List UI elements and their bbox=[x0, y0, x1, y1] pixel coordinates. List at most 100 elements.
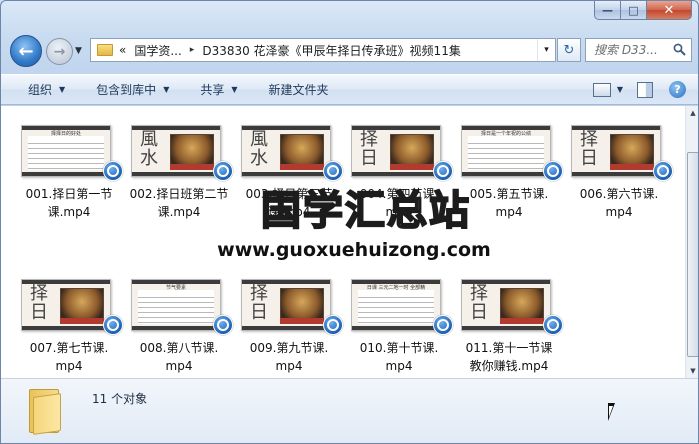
media-player-icon bbox=[433, 161, 453, 181]
file-name-line1: 009.第九节课. bbox=[249, 341, 329, 355]
address-dropdown-button[interactable]: ▾ bbox=[537, 39, 555, 61]
file-item[interactable]: 择日 006.第六节课. mp4 bbox=[571, 125, 679, 225]
maximize-icon: □ bbox=[628, 3, 639, 17]
minimize-button[interactable]: — bbox=[594, 1, 621, 20]
video-thumbnail: 择日是一个年祝的公绩 bbox=[461, 125, 551, 177]
scroll-down-icon[interactable]: ▼ bbox=[686, 364, 698, 378]
vertical-scrollbar[interactable]: ▲ ▼ bbox=[685, 106, 698, 378]
file-name[interactable]: 002.择日班第二节 课.mp4 bbox=[125, 185, 233, 221]
new-folder-button[interactable]: 新建文件夹 bbox=[269, 81, 329, 98]
scroll-up-icon[interactable]: ▲ bbox=[686, 106, 698, 120]
file-name[interactable]: 006.第六节课. mp4 bbox=[565, 185, 673, 221]
file-name[interactable]: 009.第九节课. mp4 bbox=[235, 339, 343, 375]
caret-down-icon: ▼ bbox=[163, 85, 170, 94]
thumbnail-calligraphy: 择日 bbox=[470, 283, 488, 323]
file-item[interactable]: 择日 009.第九节课. mp4 bbox=[241, 279, 349, 379]
video-thumbnail: 择日 bbox=[461, 279, 551, 331]
command-bar-right: ▼ ? bbox=[592, 75, 698, 104]
breadcrumb-parent[interactable]: 国学资... bbox=[134, 42, 181, 59]
media-player-icon bbox=[543, 161, 563, 181]
media-player-icon bbox=[323, 161, 343, 181]
file-name-line2: mp4 bbox=[385, 359, 413, 373]
file-name[interactable]: 001.择日第一节 课.mp4 bbox=[15, 185, 123, 221]
close-button[interactable]: ✕ bbox=[647, 1, 692, 20]
file-name[interactable]: 008.第八节课. mp4 bbox=[125, 339, 233, 375]
file-name-line2: 教你赚钱.mp4 bbox=[469, 359, 549, 373]
file-item[interactable]: 择日 011.第十一节课 教你赚钱.mp4 bbox=[461, 279, 569, 379]
video-thumbnail: 择日 bbox=[241, 279, 331, 331]
thumbnail-calligraphy: 風水 bbox=[250, 129, 268, 169]
minimize-icon: — bbox=[602, 3, 613, 17]
share-menu[interactable]: 共享 ▼ bbox=[200, 81, 237, 98]
file-name-line1: 001.择日第一节 bbox=[25, 187, 113, 201]
media-player-icon bbox=[103, 315, 123, 335]
close-icon: ✕ bbox=[663, 2, 675, 18]
scrollbar-thumb[interactable] bbox=[687, 152, 698, 357]
item-count: 11 个对象 bbox=[92, 392, 148, 406]
watermark-url: www.guoxuehuizong.com bbox=[217, 239, 491, 261]
file-name-line2: 课.mp4 bbox=[157, 205, 201, 219]
preview-pane-icon[interactable] bbox=[637, 81, 653, 98]
file-name-line2: mp4 bbox=[165, 359, 193, 373]
command-bar: 组织 ▼ 包含到库中 ▼ 共享 ▼ 新建文件夹 ▼ ? bbox=[1, 74, 698, 105]
video-thumbnail: 择日 bbox=[351, 125, 441, 177]
file-name-line1: 010.第十节课. bbox=[359, 341, 439, 355]
new-folder-label: 新建文件夹 bbox=[268, 83, 329, 97]
back-button[interactable]: ← bbox=[10, 35, 42, 67]
file-item[interactable]: 节气要素 008.第八节课. mp4 bbox=[131, 279, 239, 379]
video-thumbnail: 日课 三元二地一时 全部精 bbox=[351, 279, 441, 331]
file-item[interactable]: 择日 007.第七节课. mp4 bbox=[21, 279, 129, 379]
arrow-left-icon: ← bbox=[18, 40, 34, 62]
video-thumbnail: 風水 bbox=[131, 125, 221, 177]
file-name-line1: 007.第七节课. bbox=[29, 341, 109, 355]
breadcrumb-separator-icon[interactable]: ▸ bbox=[190, 45, 195, 55]
address-bar[interactable]: « 国学资... ▸ D33830 花泽豪《甲辰年择日传承班》视频11集 ▾ bbox=[90, 38, 556, 62]
file-name[interactable]: 010.第十节课. mp4 bbox=[345, 339, 453, 375]
refresh-button[interactable]: ↻ bbox=[557, 38, 581, 62]
media-player-icon bbox=[103, 161, 123, 181]
video-thumbnail: 择日 bbox=[571, 125, 661, 177]
recent-pages-button[interactable]: ▼ bbox=[75, 46, 82, 56]
include-in-library-menu[interactable]: 包含到库中 ▼ bbox=[96, 81, 169, 98]
file-item[interactable]: 風水 002.择日班第二节 课.mp4 bbox=[130, 125, 239, 225]
help-icon[interactable]: ? bbox=[669, 81, 686, 98]
help-glyph: ? bbox=[674, 83, 681, 96]
view-options-caret-icon[interactable]: ▼ bbox=[617, 85, 623, 94]
video-thumbnail: 風水 bbox=[241, 125, 331, 177]
file-name[interactable]: 011.第十一节课 教你赚钱.mp4 bbox=[455, 339, 563, 375]
thumbnail-calligraphy: 择日 bbox=[250, 283, 268, 323]
file-name-line1: 006.第六节课. bbox=[579, 187, 659, 201]
forward-button[interactable]: → bbox=[46, 38, 73, 65]
media-player-icon bbox=[653, 161, 673, 181]
file-item[interactable]: 择择日的好处 001.择日第一节 课.mp4 bbox=[21, 125, 129, 225]
folder-icon bbox=[97, 44, 113, 56]
navigation-row: ← → ▼ « 国学资... ▸ D33830 花泽豪《甲辰年择日传承班》视频1… bbox=[1, 34, 698, 70]
file-name-line1: 011.第十一节课 bbox=[465, 341, 553, 355]
thumbnail-calligraphy: 風水 bbox=[140, 129, 158, 169]
organize-menu[interactable]: 组织 ▼ bbox=[28, 81, 65, 98]
chevron-down-icon: ▾ bbox=[544, 45, 549, 55]
search-icon[interactable] bbox=[673, 43, 686, 56]
file-item[interactable]: 日课 三元二地一时 全部精 010.第十节课. mp4 bbox=[351, 279, 459, 379]
watermark-title: 国学汇总站 bbox=[260, 188, 471, 234]
search-box[interactable] bbox=[585, 38, 692, 62]
file-name-line1: 008.第八节课. bbox=[139, 341, 219, 355]
file-name-line2: mp4 bbox=[55, 359, 83, 373]
refresh-icon: ↻ bbox=[563, 42, 575, 58]
video-thumbnail: 择择日的好处 bbox=[21, 125, 111, 177]
thumbnail-calligraphy: 择日 bbox=[580, 129, 598, 169]
media-player-icon bbox=[213, 161, 233, 181]
media-player-icon bbox=[543, 315, 563, 335]
share-label: 共享 bbox=[200, 83, 225, 97]
media-player-icon bbox=[433, 315, 453, 335]
video-thumbnail: 节气要素 bbox=[131, 279, 221, 331]
file-name-line2: 课.mp4 bbox=[47, 205, 91, 219]
change-view-icon[interactable] bbox=[592, 82, 611, 97]
maximize-button[interactable]: □ bbox=[621, 1, 647, 20]
caption-buttons: — □ ✕ bbox=[594, 1, 692, 20]
file-name[interactable]: 007.第七节课. mp4 bbox=[15, 339, 123, 375]
search-input[interactable] bbox=[594, 43, 672, 57]
breadcrumb-current[interactable]: D33830 花泽豪《甲辰年择日传承班》视频11集 bbox=[202, 42, 461, 59]
breadcrumb-overflow[interactable]: « bbox=[119, 43, 126, 57]
file-name-line2: mp4 bbox=[605, 205, 633, 219]
